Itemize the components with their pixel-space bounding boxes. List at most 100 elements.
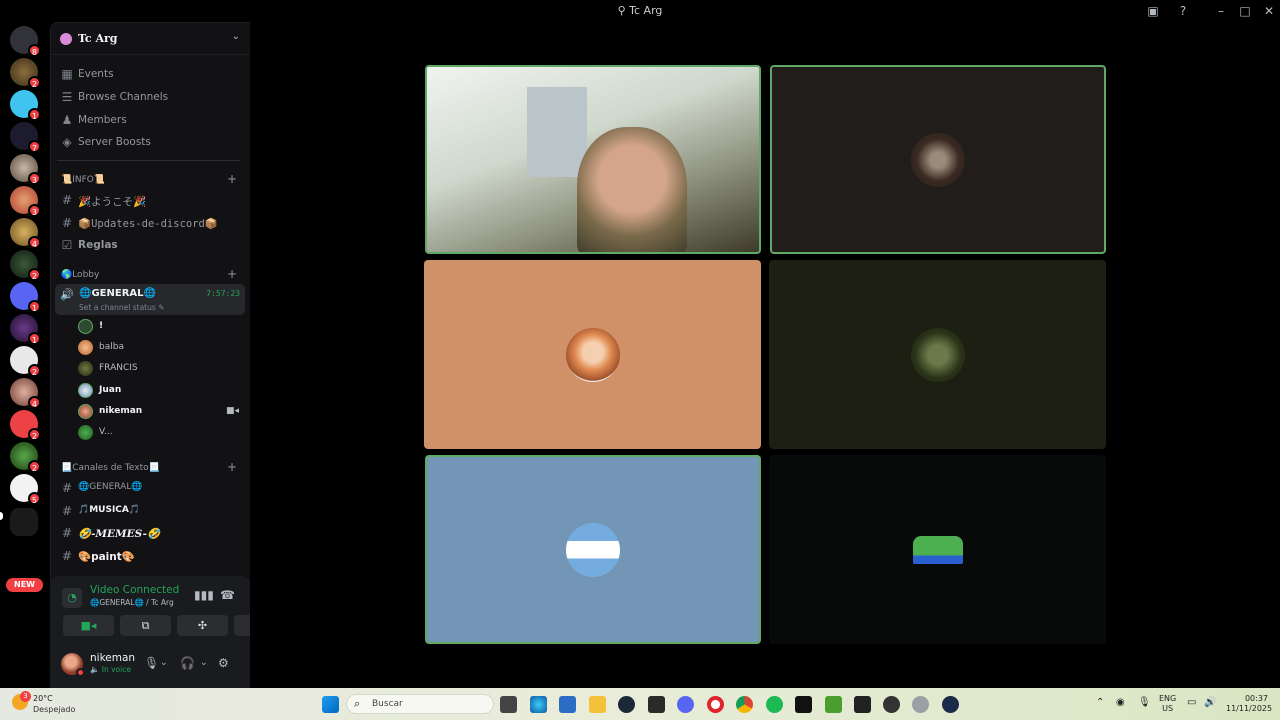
user-name[interactable]: nikeman	[90, 652, 135, 664]
file-explorer-icon[interactable]	[589, 696, 606, 713]
activities-button[interactable]: ✣	[177, 615, 228, 636]
calendar-icon: ▦	[61, 67, 73, 81]
chrome-icon[interactable]	[736, 696, 753, 713]
add-channel-icon[interactable]: +	[227, 460, 237, 474]
voice-user[interactable]: !	[78, 318, 243, 336]
category-lobby[interactable]: 🌎Lobby +	[55, 267, 245, 283]
user-avatar[interactable]	[61, 653, 85, 677]
app-icon[interactable]	[854, 696, 871, 713]
tray-app-icon[interactable]: ◉	[1116, 697, 1125, 708]
settings-icon[interactable]	[912, 696, 929, 713]
server-icon-tc-arg[interactable]	[10, 508, 38, 536]
opera-icon[interactable]	[707, 696, 724, 713]
selected-server-pill	[0, 512, 3, 520]
voice-user[interactable]: balba	[78, 339, 243, 357]
add-channel-icon[interactable]: +	[227, 172, 237, 186]
menu-events[interactable]: ▦ Events	[55, 64, 245, 84]
inbox-icon[interactable]: ▣	[1142, 2, 1164, 20]
minecraft-icon[interactable]	[825, 696, 842, 713]
clock[interactable]: 00:37 11/11/2025	[1226, 694, 1272, 714]
server-header[interactable]: Tc Arg ⌄	[51, 23, 250, 55]
video-tile-v[interactable]	[769, 455, 1106, 644]
microphone-icon[interactable]: 🎙	[1138, 697, 1151, 708]
voice-user[interactable]: FRANCIS	[78, 360, 243, 378]
channel-welcome[interactable]: # 🎉ようこそ🎉	[55, 190, 245, 210]
close-button[interactable]: ✕	[1258, 2, 1280, 20]
steam-icon[interactable]	[618, 696, 635, 713]
video-tile-balba[interactable]	[424, 260, 761, 449]
server-icon[interactable]: 4	[10, 378, 41, 409]
voice-user[interactable]: nikeman ■◂	[78, 403, 243, 421]
windows-start-icon[interactable]	[322, 696, 339, 713]
voice-connection-status[interactable]: Video Connected	[90, 584, 179, 596]
tray-overflow-icon[interactable]: ⌃	[1096, 697, 1104, 708]
headphones-icon[interactable]: 🎧	[180, 656, 195, 670]
avatar	[78, 340, 93, 355]
server-icon[interactable]: 2	[10, 346, 41, 377]
voice-connection-location[interactable]: 🌐GENERAL🌐 / Tc Arg	[90, 598, 174, 607]
menu-server-boosts[interactable]: ◈ Server Boosts	[55, 132, 245, 152]
server-icon[interactable]: 1	[10, 90, 41, 121]
server-icon[interactable]: 2	[10, 442, 41, 473]
voice-user[interactable]: V...	[78, 424, 243, 442]
obs-icon[interactable]	[883, 696, 900, 713]
network-icon[interactable]: ▭	[1187, 697, 1196, 708]
server-icon[interactable]: 3	[10, 154, 41, 185]
store-icon[interactable]	[559, 696, 576, 713]
channel-rules[interactable]: ☑ Reglas	[55, 235, 245, 255]
notification-badge: 1	[27, 332, 41, 345]
video-tile-camera[interactable]	[425, 65, 761, 254]
maximize-button[interactable]: □	[1234, 2, 1256, 20]
menu-members[interactable]: ♟ Members	[55, 110, 245, 130]
noise-suppression-icon[interactable]: ▮▮▮	[194, 588, 214, 602]
settings-gear-icon[interactable]: ⚙	[218, 656, 229, 670]
server-icon[interactable]: 2	[10, 410, 41, 441]
chevron-down-icon[interactable]: ⌄	[200, 658, 208, 668]
disconnect-icon[interactable]: ☎	[220, 588, 235, 602]
chevron-down-icon[interactable]: ⌄	[160, 658, 168, 668]
server-icon[interactable]: 2	[10, 250, 41, 281]
camera-button[interactable]: ■◂	[63, 615, 114, 636]
app-icon[interactable]	[942, 696, 959, 713]
channel-updates[interactable]: # 📦Updates-de-discord📦	[55, 213, 245, 233]
microphone-icon[interactable]: 🎙	[144, 656, 159, 670]
server-icon[interactable]: 3	[10, 186, 41, 217]
discord-taskbar-icon[interactable]	[677, 696, 694, 713]
signal-icon[interactable]: ◔	[62, 588, 82, 608]
add-channel-icon[interactable]: +	[227, 267, 237, 281]
notification-badge: 4	[27, 236, 41, 249]
channel-paint[interactable]: # 🎨paint🎨	[55, 546, 245, 566]
channel-status-prompt[interactable]: Set a channel status ✎	[79, 303, 164, 312]
server-icon[interactable]: 1	[10, 314, 41, 345]
channel-musica[interactable]: # 🎵MUSICA🎵	[55, 501, 245, 521]
menu-browse-channels[interactable]: ☰ Browse Channels	[55, 87, 245, 107]
help-icon[interactable]: ?	[1172, 2, 1194, 20]
server-icon[interactable]: 4	[10, 218, 41, 249]
taskbar-search[interactable]: ⌕ Buscar	[346, 694, 494, 714]
category-text[interactable]: 📃Canales de Texto📃 +	[55, 460, 245, 476]
direct-messages-button[interactable]: 8	[10, 26, 41, 57]
language-indicator[interactable]: ENG US	[1159, 694, 1176, 714]
channel-memes[interactable]: # 🤣-MEMES-🤣	[55, 523, 245, 543]
server-icon[interactable]: 1	[10, 282, 41, 313]
screen-share-button[interactable]: ⧉	[120, 615, 171, 636]
edge-icon[interactable]	[530, 696, 547, 713]
divider	[57, 160, 240, 161]
channel-general-text[interactable]: # 🌐GENERAL🌐	[55, 478, 245, 498]
server-icon[interactable]: 5	[10, 474, 41, 505]
video-tile-francis[interactable]	[769, 260, 1106, 449]
video-tile-user[interactable]	[770, 65, 1106, 254]
voice-user[interactable]: Juan	[78, 382, 243, 400]
server-icon[interactable]: 7	[10, 122, 41, 153]
category-info[interactable]: 📜INFO📜 +	[55, 172, 245, 188]
minimize-button[interactable]: –	[1210, 2, 1232, 20]
video-tile-juan[interactable]	[425, 455, 761, 644]
epic-games-icon[interactable]	[648, 696, 665, 713]
server-icon[interactable]: 2	[10, 58, 41, 89]
spotify-icon[interactable]	[766, 696, 783, 713]
task-view-icon[interactable]	[500, 696, 517, 713]
voice-channel-general[interactable]: 🔊 🌐GENERAL🌐 7:57:23 Set a channel status…	[55, 284, 245, 315]
capcut-icon[interactable]	[795, 696, 812, 713]
chevron-down-icon[interactable]: ⌄	[232, 31, 240, 42]
volume-icon[interactable]: 🔊	[1204, 697, 1216, 708]
